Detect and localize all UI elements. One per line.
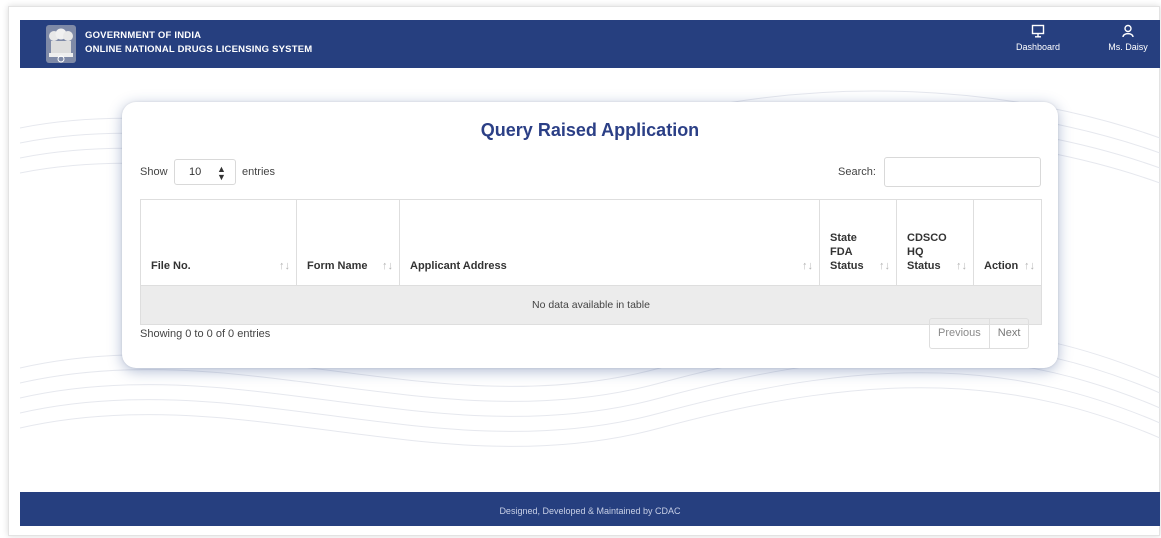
applications-table: File No. ↑↓ Form Name ↑↓ Applicant Addre… <box>140 199 1042 325</box>
pagination: Previous Next <box>929 318 1030 349</box>
column-header-label: Form Name <box>307 260 368 272</box>
column-header-action[interactable]: Action ↑↓ <box>973 199 1042 286</box>
column-header-label: Applicant Address <box>410 260 507 272</box>
site-title-line2: ONLINE NATIONAL DRUGS LICENSING SYSTEM <box>85 44 313 55</box>
column-header-state-fda-status[interactable]: State FDA Status ↑↓ <box>819 199 897 286</box>
sort-icon: ↑↓ <box>1024 260 1035 272</box>
entries-select-value: 10 <box>189 166 202 178</box>
table-row: No data available in table <box>140 285 1042 325</box>
entries-label: entries <box>242 166 276 178</box>
site-title-line1: GOVERNMENT OF INDIA <box>85 30 202 41</box>
query-raised-card: Query Raised Application Show 10 ▲ ▼ entr… <box>122 102 1058 368</box>
column-header-label: Status <box>907 260 941 272</box>
column-header-label: CDSCO <box>907 232 947 244</box>
footer: Designed, Developed & Maintained by CDAC <box>20 492 1160 526</box>
column-header-applicant-address[interactable]: Applicant Address ↑↓ <box>399 199 820 286</box>
nav-dashboard[interactable]: Dashboard <box>1008 24 1068 52</box>
column-header-label: Status <box>830 260 864 272</box>
table-header-row: File No. ↑↓ Form Name ↑↓ Applicant Addre… <box>140 199 1042 286</box>
page-title: Query Raised Application <box>480 120 700 140</box>
column-header-cdsco-hq-status[interactable]: CDSCO HQ Status ↑↓ <box>896 199 974 286</box>
nav-dashboard-label: Dashboard <box>1015 42 1061 52</box>
sort-icon: ↑↓ <box>382 260 393 272</box>
column-header-form-name[interactable]: Form Name ↑↓ <box>296 199 400 286</box>
column-header-label: HQ <box>907 246 924 258</box>
column-header-label: State <box>830 232 857 244</box>
nav-user-label: Ms. Daisy <box>1108 42 1148 52</box>
sort-icon: ↑↓ <box>879 260 890 272</box>
top-header: GOVERNMENT OF INDIA ONLINE NATIONAL DRUG… <box>20 20 1160 68</box>
select-caret-icon: ▲ ▼ <box>217 164 226 182</box>
column-header-label: FDA <box>830 246 853 258</box>
search-input[interactable] <box>884 157 1041 187</box>
column-header-label: File No. <box>151 260 191 272</box>
national-emblem-icon <box>46 25 76 63</box>
previous-button[interactable]: Previous <box>930 319 989 348</box>
next-button[interactable]: Next <box>988 319 1029 348</box>
nav-user-profile[interactable]: Ms. Daisy <box>1098 24 1158 52</box>
sort-icon: ↑↓ <box>802 260 813 272</box>
monitor-icon <box>1031 24 1045 38</box>
entries-per-page-select[interactable]: 10 ▲ ▼ <box>174 159 236 185</box>
site-title: GOVERNMENT OF INDIA ONLINE NATIONAL DRUG… <box>85 29 312 57</box>
footer-text: Designed, Developed & Maintained by CDAC <box>499 506 681 516</box>
user-icon <box>1122 24 1134 38</box>
column-header-file-no[interactable]: File No. ↑↓ <box>140 199 297 286</box>
search-label: Search: <box>838 166 876 178</box>
table-info: Showing 0 to 0 of 0 entries <box>140 328 271 340</box>
sort-icon: ↑↓ <box>279 260 290 272</box>
sort-icon: ↑↓ <box>956 260 967 272</box>
column-header-label: Action <box>984 260 1019 272</box>
show-label: Show <box>140 166 168 178</box>
empty-table-message: No data available in table <box>140 285 1042 325</box>
